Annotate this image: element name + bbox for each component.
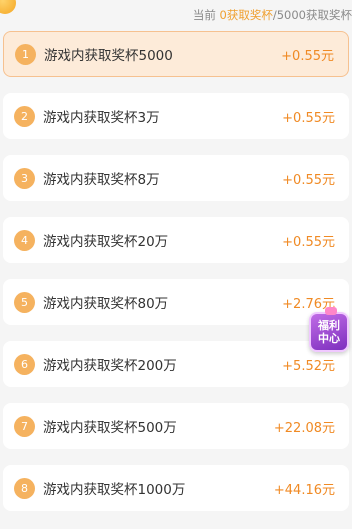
- progress-status: 当前 0获取奖杯/5000获取奖杯: [193, 7, 352, 23]
- task-label: 游戏内获取奖杯20万: [43, 234, 169, 250]
- task-number-badge: 1: [15, 43, 36, 65]
- task-reward: +44.16元: [273, 482, 335, 498]
- task-number-badge: 4: [14, 229, 35, 251]
- task-label: 游戏内获取奖杯200万: [43, 358, 177, 374]
- task-reward: +0.55元: [282, 172, 335, 188]
- progress-prefix: 当前: [192, 8, 220, 22]
- welfare-center-line2: 中心: [318, 332, 340, 345]
- task-number-badge: 8: [14, 477, 35, 499]
- task-number-badge: 5: [14, 291, 35, 313]
- task-number-badge: 6: [14, 353, 35, 375]
- coin-icon: [0, 0, 16, 14]
- task-reward: +0.55元: [282, 234, 335, 250]
- task-item-1[interactable]: 1 游戏内获取奖杯5000 +0.55元: [3, 31, 349, 77]
- task-list: 1 游戏内获取奖杯5000 +0.55元 2 游戏内获取奖杯3万 +0.55元 …: [3, 31, 349, 527]
- task-reward: +0.55元: [281, 48, 334, 64]
- task-item-8[interactable]: 8 游戏内获取奖杯1000万 +44.16元: [3, 465, 349, 511]
- task-label: 游戏内获取奖杯80万: [43, 296, 169, 312]
- welfare-center-line1: 福利: [318, 319, 340, 332]
- task-item-4[interactable]: 4 游戏内获取奖杯20万 +0.55元: [3, 217, 349, 263]
- task-item-2[interactable]: 2 游戏内获取奖杯3万 +0.55元: [3, 93, 349, 139]
- task-reward: +22.08元: [273, 420, 335, 436]
- progress-target: 5000获取奖杯: [276, 8, 352, 22]
- task-item-3[interactable]: 3 游戏内获取奖杯8万 +0.55元: [3, 155, 349, 201]
- task-label: 游戏内获取奖杯500万: [43, 420, 177, 436]
- task-label: 游戏内获取奖杯8万: [43, 172, 160, 188]
- task-number-badge: 3: [14, 167, 35, 189]
- task-item-7[interactable]: 7 游戏内获取奖杯500万 +22.08元: [3, 403, 349, 449]
- welfare-center-button[interactable]: 福利 中心: [309, 307, 349, 352]
- progress-current: 0获取奖杯: [219, 8, 273, 22]
- task-reward: +0.55元: [282, 110, 335, 126]
- task-item-5[interactable]: 5 游戏内获取奖杯80万 +2.76元: [3, 279, 349, 325]
- task-number-badge: 2: [14, 105, 35, 127]
- task-reward: +5.52元: [282, 358, 335, 374]
- task-number-badge: 7: [14, 415, 35, 437]
- task-label: 游戏内获取奖杯3万: [43, 110, 160, 126]
- task-label: 游戏内获取奖杯5000: [44, 48, 173, 64]
- task-label: 游戏内获取奖杯1000万: [43, 482, 186, 498]
- gift-ribbon-icon: [325, 307, 337, 315]
- task-item-6[interactable]: 6 游戏内获取奖杯200万 +5.52元: [3, 341, 349, 387]
